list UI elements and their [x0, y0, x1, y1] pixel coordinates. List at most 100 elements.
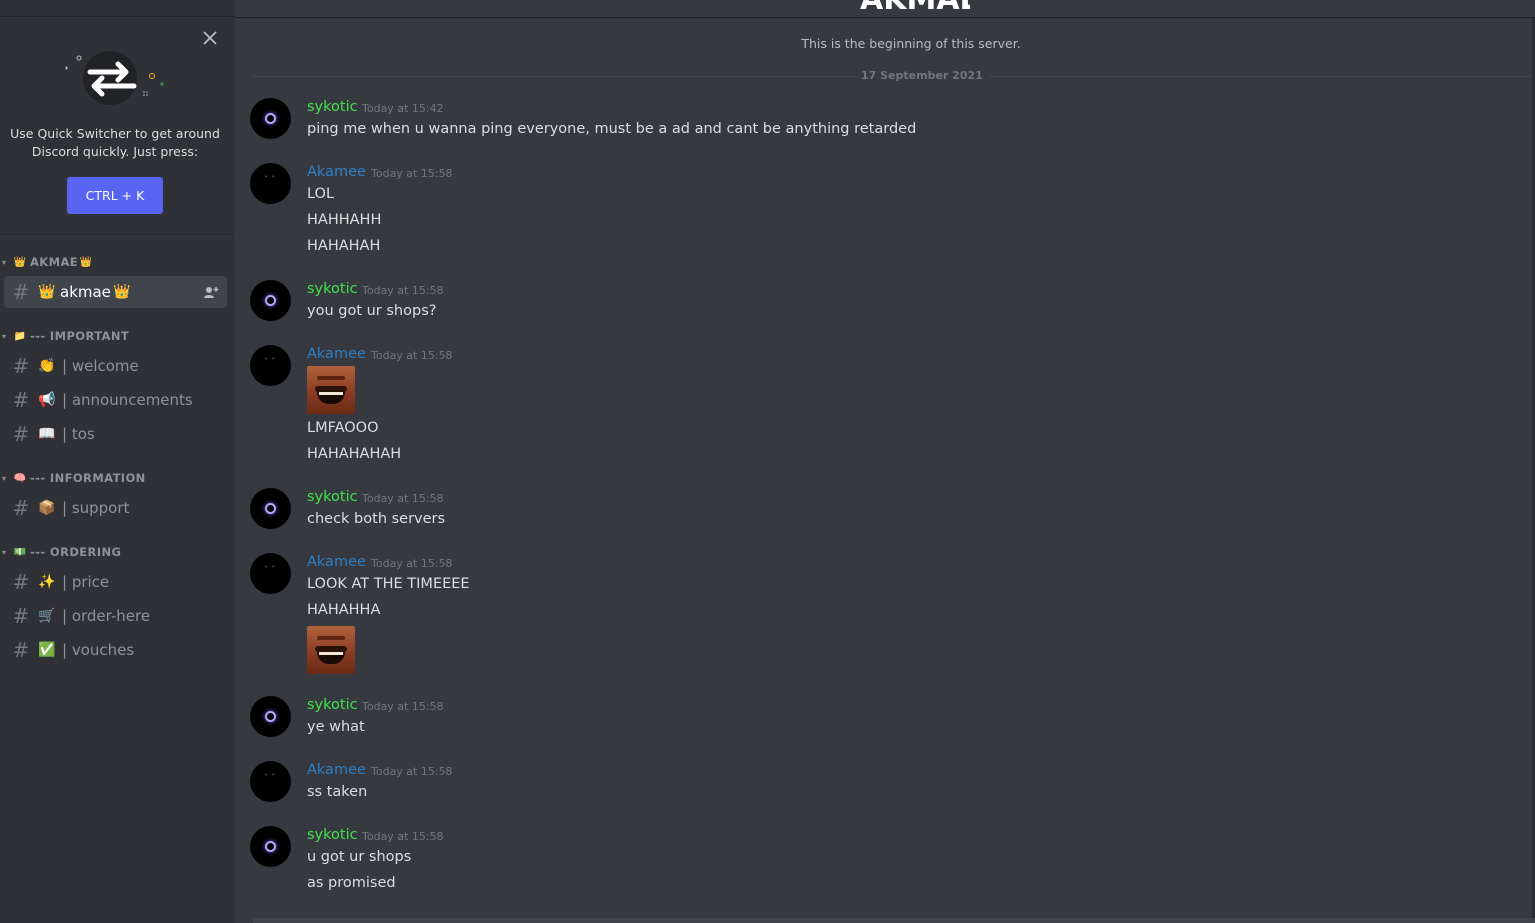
crown-icon: 👑 [38, 284, 56, 300]
cart-icon: 🛒 [38, 608, 56, 624]
chevron-down-icon: ▾ [2, 547, 7, 557]
message-author[interactable]: Akamee [307, 762, 366, 778]
header-divider [235, 17, 1535, 18]
message-text: check both servers [307, 511, 446, 527]
channel-label: | welcome [62, 357, 139, 375]
message-timestamp: Today at 15:58 [371, 167, 453, 180]
message-author[interactable]: sykotic [307, 697, 358, 713]
message-author[interactable]: sykotic [307, 827, 358, 843]
crown-icon: 👑 [113, 284, 131, 300]
channel-label: | vouches [62, 641, 135, 659]
avatar[interactable]: •• [250, 163, 291, 204]
message-text: you got ur shops? [307, 303, 437, 319]
channel-label: akmae [60, 283, 111, 301]
channel-label: | price [62, 573, 110, 591]
hash-icon: # [12, 422, 30, 446]
hash-icon: # [12, 354, 30, 378]
channel-vouches[interactable]: # ✅ | vouches [4, 634, 227, 666]
invite-user-icon[interactable] [203, 284, 219, 300]
category-label: --- ORDERING [30, 545, 122, 559]
category-ordering[interactable]: ▾ 💵 --- ORDERING [0, 543, 121, 561]
chevron-down-icon: ▾ [2, 331, 7, 341]
message-timestamp: Today at 15:58 [371, 765, 453, 778]
category-label: --- INFORMATION [30, 471, 146, 485]
folder-icon: 📁 [13, 330, 27, 342]
message-text: u got ur shops [307, 849, 412, 865]
message-timestamp: Today at 15:58 [362, 492, 444, 505]
message-timestamp: Today at 15:42 [362, 102, 444, 115]
chevron-down-icon: ▾ [2, 257, 7, 267]
message-author[interactable]: Akamee [307, 554, 366, 570]
message-timestamp: Today at 15:58 [362, 700, 444, 713]
hash-icon: # [12, 604, 30, 628]
message-timestamp: Today at 15:58 [362, 284, 444, 297]
message-text: HAHAHAHAH [307, 446, 402, 462]
avatar[interactable] [250, 826, 291, 867]
hash-icon: # [12, 388, 30, 412]
channel-label: | tos [62, 425, 95, 443]
channel-announcements[interactable]: # 📢 | announcements [4, 384, 227, 416]
date-divider-label: 17 September 2021 [855, 69, 989, 82]
megaphone-icon: 📢 [38, 392, 56, 408]
clap-icon: 👏 [38, 358, 56, 374]
hash-icon: # [12, 638, 30, 662]
laughing-emote[interactable] [307, 366, 355, 414]
avatar[interactable] [250, 280, 291, 321]
message-text: HAHHAHH [307, 212, 382, 228]
message-text: as promised [307, 875, 396, 891]
message-text: HAHAHAH [307, 238, 381, 254]
category-information[interactable]: ▾ 🧠 --- INFORMATION [0, 469, 146, 487]
message-text: ping me when u wanna ping everyone, must… [307, 121, 917, 137]
hash-icon: # [12, 496, 30, 520]
avatar[interactable] [250, 98, 291, 139]
channel-welcome[interactable]: # 👏 | welcome [4, 350, 227, 382]
message-timestamp: Today at 15:58 [371, 557, 453, 570]
channel-label: | support [62, 499, 130, 517]
message-author[interactable]: sykotic [307, 489, 358, 505]
chat-area [235, 0, 1535, 923]
server-beginning-text: This is the beginning of this server. [801, 36, 1021, 51]
message-timestamp: Today at 15:58 [371, 349, 453, 362]
laughing-emote[interactable] [307, 626, 355, 674]
quick-switcher-text-line2: Discord quickly. Just press: [31, 144, 199, 159]
brain-icon: 🧠 [13, 472, 27, 484]
chevron-down-icon: ▾ [2, 473, 7, 483]
crown-icon: 👑 [13, 256, 27, 268]
avatar[interactable] [250, 488, 291, 529]
message-text: HAHAHHA [307, 602, 381, 618]
category-label: --- IMPORTANT [30, 329, 130, 343]
channel-label: | announcements [62, 391, 193, 409]
message-author[interactable]: sykotic [307, 281, 358, 297]
category-important[interactable]: ▾ 📁 --- IMPORTANT [0, 327, 129, 345]
crown-icon: 👑 [79, 256, 93, 268]
channel-tos[interactable]: # 📖 | tos [4, 418, 227, 450]
message-text: ye what [307, 719, 365, 735]
quick-switcher-button[interactable]: CTRL + K [67, 177, 163, 214]
channel-order-here[interactable]: # 🛒 | order-here [4, 600, 227, 632]
channel-support[interactable]: # 📦 | support [4, 492, 227, 524]
message-text: LMFAOOO [307, 420, 379, 436]
channel-price[interactable]: # ✨ | price [4, 566, 227, 598]
arrows-swap-icon [65, 51, 164, 105]
channel-akmae[interactable]: # 👑 akmae 👑 [4, 276, 227, 308]
sparkles-icon: ✨ [38, 574, 56, 590]
package-icon: 📦 [38, 500, 56, 516]
channel-label: | order-here [62, 607, 151, 625]
server-title: AKMAE [860, 0, 970, 12]
message-author[interactable]: sykotic [307, 99, 358, 115]
message-author[interactable]: Akamee [307, 346, 366, 362]
message-input-edge[interactable] [253, 918, 1535, 923]
book-icon: 📖 [38, 426, 56, 442]
message-text: LOL [307, 186, 335, 202]
close-icon[interactable] [201, 29, 219, 47]
quick-switcher-text-line1: Use Quick Switcher to get around [10, 126, 220, 141]
category-akmae[interactable]: ▾ 👑 AKMAE 👑 [0, 253, 96, 271]
quick-switcher-text: Use Quick Switcher to get around Discord… [10, 125, 220, 161]
avatar[interactable]: •• [250, 761, 291, 802]
avatar[interactable] [250, 696, 291, 737]
avatar[interactable]: •• [250, 345, 291, 386]
avatar[interactable]: •• [250, 553, 291, 594]
message-author[interactable]: Akamee [307, 164, 366, 180]
sidebar-header [0, 0, 235, 17]
hash-icon: # [12, 570, 30, 594]
